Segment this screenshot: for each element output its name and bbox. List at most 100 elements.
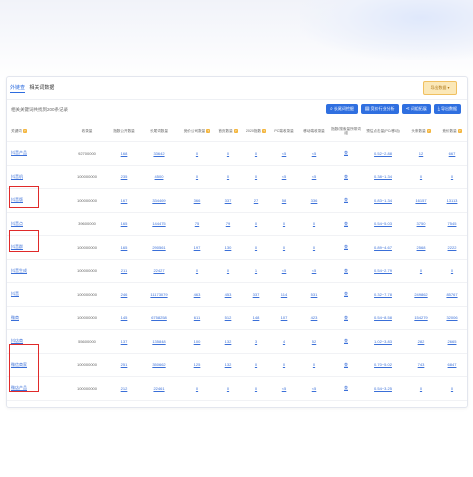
value-link[interactable]: 0: [255, 386, 257, 391]
export-data-button[interactable]: ⤓ 导出数据: [433, 104, 461, 114]
value-link[interactable]: 463: [194, 292, 201, 297]
value-link[interactable]: 0: [227, 386, 229, 391]
value-link[interactable]: 0: [420, 386, 422, 391]
col-header[interactable]: 预估点击量(PC/移动): [361, 121, 405, 142]
value-link[interactable]: 33642: [153, 151, 164, 156]
value-link[interactable]: 336: [311, 198, 318, 203]
value-link[interactable]: 3: [255, 339, 257, 344]
col-header[interactable]: 收录量: [65, 121, 109, 142]
value-link[interactable]: 查: [344, 150, 348, 155]
value-link[interactable]: 249862: [414, 292, 427, 297]
value-link[interactable]: 0.54~8.58: [374, 315, 392, 320]
value-link[interactable]: 0: [283, 362, 285, 367]
value-link[interactable]: 337: [253, 292, 260, 297]
longtail-mining-button[interactable]: ⌕ 长尾词挖掘: [326, 104, 358, 114]
value-link[interactable]: 125: [194, 362, 201, 367]
value-link[interactable]: 0: [196, 386, 198, 391]
value-link[interactable]: 0.54~5.03: [374, 221, 392, 226]
col-header-keyword[interactable]: 关键词?: [7, 121, 65, 142]
keyword-link[interactable]: 抖音群: [11, 244, 23, 249]
value-link[interactable]: 167: [121, 198, 128, 203]
value-link[interactable]: 282: [418, 339, 425, 344]
value-link[interactable]: 0: [196, 151, 198, 156]
value-link[interactable]: 1.02~3.83: [374, 339, 392, 344]
value-link[interactable]: <5: [312, 151, 317, 156]
value-link[interactable]: 0: [283, 245, 285, 250]
value-link[interactable]: 145: [121, 315, 128, 320]
value-link[interactable]: 13113: [447, 198, 458, 203]
col-header[interactable]: 竞价数量?: [437, 121, 467, 142]
value-link[interactable]: 144475: [152, 221, 165, 226]
value-link[interactable]: <5: [312, 386, 317, 391]
value-link[interactable]: 查: [344, 268, 348, 273]
value-link[interactable]: 246: [121, 292, 128, 297]
value-link[interactable]: 0: [255, 221, 257, 226]
value-link[interactable]: 0: [227, 174, 229, 179]
value-link[interactable]: 334469: [152, 198, 165, 203]
value-link[interactable]: 132: [225, 362, 232, 367]
keyword-link[interactable]: 微信商家: [11, 362, 27, 367]
value-link[interactable]: 132: [225, 339, 232, 344]
value-link[interactable]: 0: [283, 221, 285, 226]
value-link[interactable]: <5: [282, 151, 287, 156]
value-link[interactable]: 6758258: [151, 315, 167, 320]
value-link[interactable]: <5: [282, 174, 287, 179]
value-link[interactable]: 211: [121, 268, 127, 273]
keyword-link[interactable]: 抖店商: [11, 338, 23, 343]
value-link[interactable]: 16157: [415, 198, 426, 203]
value-link[interactable]: 4: [283, 339, 285, 344]
value-link[interactable]: 154279: [414, 315, 427, 320]
value-link[interactable]: 667: [449, 151, 456, 156]
value-link[interactable]: 453: [225, 292, 232, 297]
value-link[interactable]: 75: [195, 221, 199, 226]
value-link[interactable]: 107: [281, 315, 288, 320]
value-link[interactable]: 0.70~5.02: [374, 362, 392, 367]
value-link[interactable]: 512: [225, 315, 232, 320]
keyword-link[interactable]: 抖音点: [11, 221, 23, 226]
value-link[interactable]: 查: [344, 221, 348, 226]
col-header[interactable]: 2020指数?: [241, 121, 271, 142]
value-link[interactable]: 135848: [152, 339, 165, 344]
value-link[interactable]: 0: [227, 268, 229, 273]
industry-analysis-button[interactable]: ▤ 竞价行业分析: [360, 104, 399, 114]
value-link[interactable]: 0: [255, 245, 257, 250]
value-link[interactable]: 611: [194, 315, 200, 320]
col-header[interactable]: PC端收录量: [271, 121, 297, 142]
keyword-link[interactable]: 抖音生成: [11, 268, 27, 273]
value-link[interactable]: 22427: [153, 268, 164, 273]
value-link[interactable]: 137: [121, 339, 128, 344]
value-link[interactable]: 0.52~2.88: [374, 151, 392, 156]
value-link[interactable]: 0: [313, 362, 315, 367]
value-link[interactable]: 531: [311, 292, 318, 297]
value-link[interactable]: 查: [344, 197, 348, 202]
value-link[interactable]: 查: [344, 291, 348, 296]
value-link[interactable]: 0: [420, 268, 422, 273]
value-link[interactable]: 0.54~2.79: [374, 268, 392, 273]
keyword-link[interactable]: 抖音机: [11, 174, 23, 179]
col-header[interactable]: 移动端收录量: [297, 121, 331, 142]
value-link[interactable]: 251: [121, 362, 128, 367]
value-link[interactable]: 0: [196, 174, 198, 179]
value-link[interactable]: 27: [254, 198, 258, 203]
keyword-link[interactable]: 抖音: [11, 291, 19, 296]
value-link[interactable]: 366: [194, 198, 201, 203]
value-link[interactable]: 32006: [446, 315, 457, 320]
value-link[interactable]: 1: [255, 268, 257, 273]
value-link[interactable]: 0.38~1.34: [374, 174, 392, 179]
value-link[interactable]: 337: [225, 198, 232, 203]
value-link[interactable]: 197: [194, 245, 201, 250]
keyword-link[interactable]: 微店产品: [11, 385, 27, 390]
value-link[interactable]: 165: [121, 245, 128, 250]
value-link[interactable]: 85767: [446, 292, 457, 297]
value-link[interactable]: 3750: [417, 221, 426, 226]
col-header[interactable]: 首页数量?: [215, 121, 241, 142]
tab-backlinks[interactable]: 外链查: [10, 85, 26, 93]
value-link[interactable]: 22461: [153, 386, 164, 391]
col-header[interactable]: 长尾词数量: [139, 121, 179, 142]
value-link[interactable]: 11173079: [150, 292, 167, 297]
value-link[interactable]: 290561: [152, 245, 165, 250]
value-link[interactable]: 52: [312, 339, 316, 344]
value-link[interactable]: 0: [313, 221, 315, 226]
value-link[interactable]: 743: [418, 362, 425, 367]
value-link[interactable]: 0: [451, 268, 453, 273]
